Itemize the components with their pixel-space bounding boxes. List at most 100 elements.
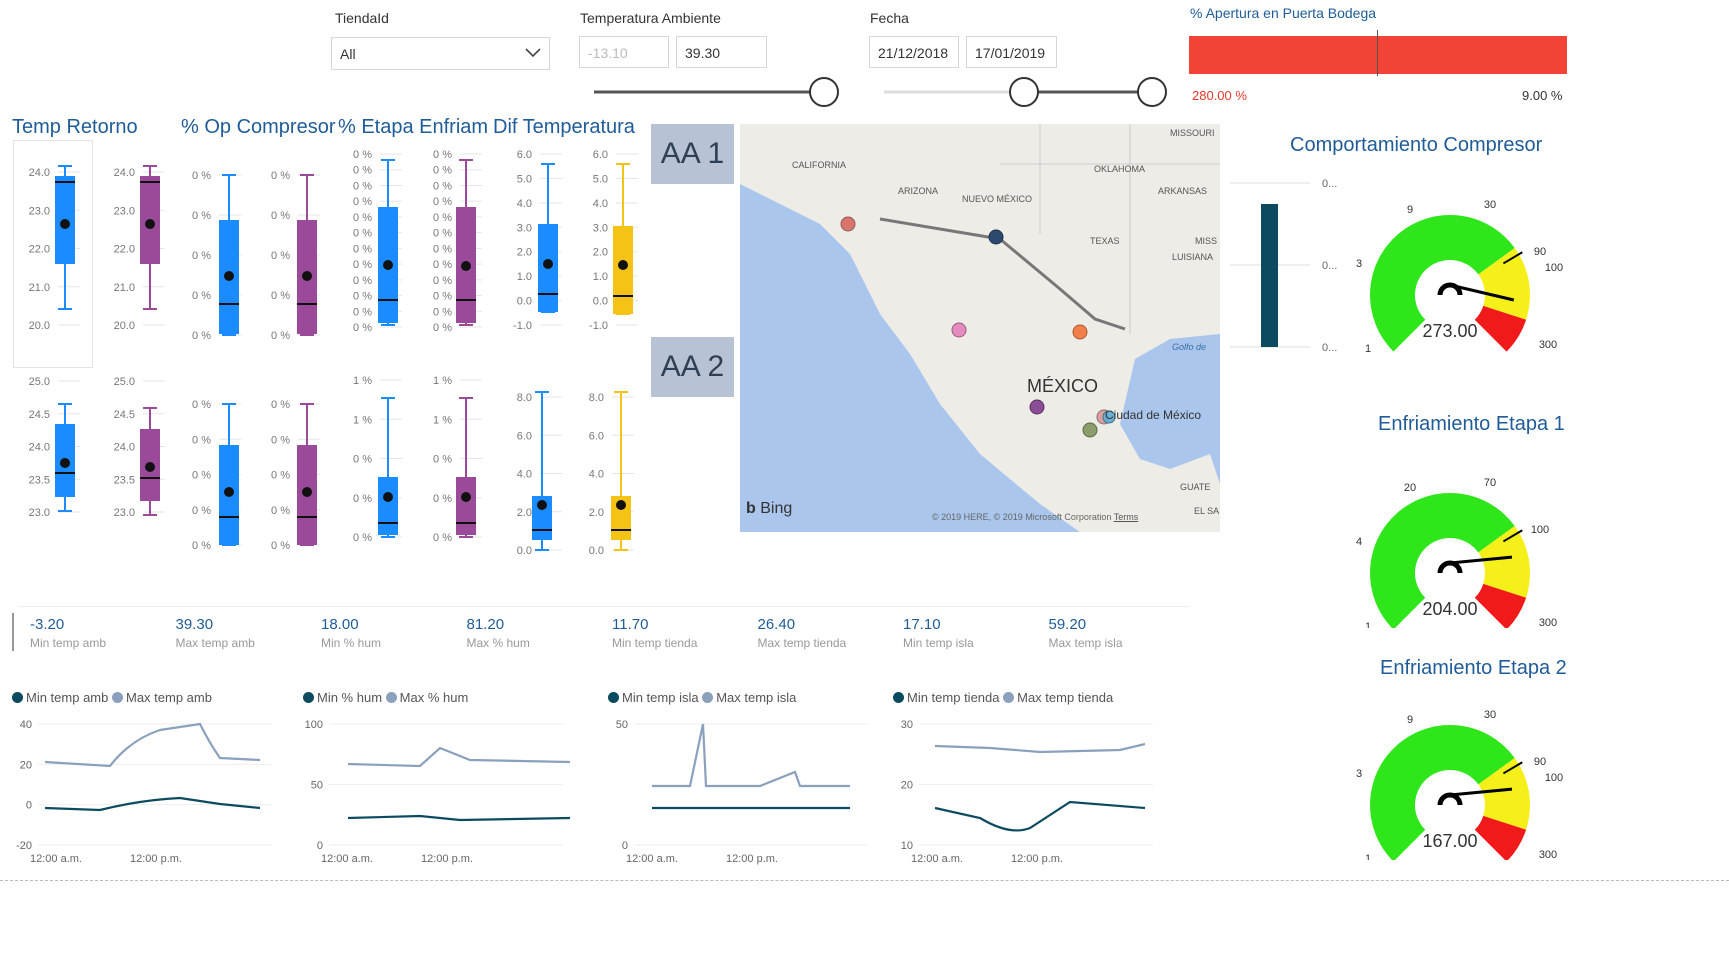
gauge-value: 167.00 xyxy=(1422,831,1477,851)
fecha-start-input[interactable]: 21/12/2018 xyxy=(869,36,959,68)
line-axis-tick: 50 xyxy=(616,719,628,731)
line-series[interactable] xyxy=(934,742,1146,754)
gauge-tick: 9 xyxy=(1407,714,1413,726)
compresor-axis-tick: 0... xyxy=(1322,342,1337,354)
axis-tick-label: 0 % xyxy=(353,291,372,303)
boxplot-box xyxy=(456,477,476,535)
gauge-value: 204.00 xyxy=(1422,599,1477,619)
boxplot[interactable] xyxy=(532,391,552,551)
map-point[interactable] xyxy=(951,322,967,338)
axis-tick-label: 0 % xyxy=(353,259,372,271)
axis-tick-label: 0 % xyxy=(433,243,452,255)
boxplot[interactable] xyxy=(378,159,398,326)
line-x-tick: 12:00 p.m. xyxy=(421,853,473,865)
axis-tick-label: 4.0 xyxy=(589,469,604,481)
axis-tick-label: 0 % xyxy=(433,228,452,240)
compresor-title: Comportamiento Compresor xyxy=(1290,134,1543,156)
map-point[interactable] xyxy=(1072,324,1088,340)
kpi-divider xyxy=(12,613,14,651)
axis-tick-label: 5.0 xyxy=(593,173,608,185)
gauge-tick: 1 xyxy=(1365,343,1371,355)
boxplot[interactable] xyxy=(538,163,558,313)
line-series[interactable] xyxy=(347,746,571,768)
gauge-tick: 90 xyxy=(1534,246,1546,258)
bing-icon: b xyxy=(746,500,756,517)
axis-tick-label: 0 % xyxy=(271,434,290,446)
temp-slider-handle[interactable] xyxy=(809,77,839,107)
compresor-bar[interactable] xyxy=(1261,204,1278,347)
boxplot[interactable] xyxy=(55,165,75,310)
axis-tick-label: 0 % xyxy=(353,228,372,240)
map-terms-link[interactable]: Terms xyxy=(1114,512,1139,522)
line-series[interactable] xyxy=(44,796,261,812)
axis-tick-label: 0 % xyxy=(353,165,372,177)
axis-tick-label: 23.5 xyxy=(29,474,50,486)
map-label-elsa: EL SA xyxy=(1194,506,1220,516)
boxplot-mean xyxy=(60,219,70,229)
puerta-bar xyxy=(1189,36,1567,74)
boxplot[interactable] xyxy=(456,159,476,326)
boxplot-mean xyxy=(618,260,628,270)
aa2-label: AA 2 xyxy=(651,337,734,397)
boxplot[interactable] xyxy=(613,163,633,315)
gauge-tick: 70 xyxy=(1484,477,1496,489)
axis-tick-label: 0 % xyxy=(271,399,290,411)
axis-tick-label: 0 % xyxy=(192,540,211,552)
fecha-slider-end-handle[interactable] xyxy=(1137,77,1167,107)
map-point[interactable] xyxy=(988,229,1004,245)
line-series[interactable] xyxy=(934,800,1146,832)
gauge-tick: 30 xyxy=(1484,709,1496,721)
axis-tick-label: 0.0 xyxy=(517,296,532,308)
temp-max-input[interactable]: 39.30 xyxy=(676,36,767,68)
gauge-tick: 9 xyxy=(1407,204,1413,216)
gauge-tick: 100 xyxy=(1531,524,1549,536)
boxplot[interactable] xyxy=(297,174,317,336)
boxplot-mean xyxy=(224,271,234,281)
axis-tick-label: 20.0 xyxy=(114,320,135,332)
map[interactable]: CALIFORNIA ARIZONA NUEVO MÉXICO OKLAHOMA… xyxy=(740,124,1220,532)
axis-tick-label: 0 % xyxy=(433,493,452,505)
map-point[interactable] xyxy=(840,216,856,232)
gauge-2: 204.00 1 4 20 70 100 300 xyxy=(1356,477,1557,628)
fecha-end-input[interactable]: 17/01/2019 xyxy=(966,36,1057,68)
axis-tick-label: 0 % xyxy=(433,322,452,334)
map-copyright: © 2019 HERE, © 2019 Microsoft Corporatio… xyxy=(932,512,1139,522)
axis-tick-label: -1.0 xyxy=(513,320,532,332)
kpi-label: Max % hum xyxy=(466,636,530,650)
gauge-tick: 300 xyxy=(1539,617,1557,628)
map-label-ok: OKLAHOMA xyxy=(1094,164,1146,174)
boxplot[interactable] xyxy=(55,403,75,512)
boxplot-mean xyxy=(145,219,155,229)
axis-tick-label: 0 % xyxy=(192,470,211,482)
axis-tick-label: 0 % xyxy=(433,259,452,271)
axis-tick-label: 6.0 xyxy=(517,149,532,161)
axis-tick-label: 22.0 xyxy=(114,244,135,256)
line-series[interactable] xyxy=(652,723,850,788)
boxplot[interactable] xyxy=(611,391,631,551)
boxplot[interactable] xyxy=(219,403,239,546)
gauge-tick: 100 xyxy=(1545,772,1563,784)
boxplot[interactable] xyxy=(140,165,160,310)
line-series[interactable] xyxy=(347,814,571,822)
axis-tick-label: 1 % xyxy=(353,375,372,387)
axis-tick-label: 0 % xyxy=(353,212,372,224)
axis-tick-label: 21.0 xyxy=(114,282,135,294)
map-point[interactable] xyxy=(1082,422,1098,438)
boxplot[interactable] xyxy=(219,174,239,336)
axis-tick-label: 2.0 xyxy=(593,247,608,259)
map-point[interactable] xyxy=(1029,399,1045,415)
axis-tick-label: 0 % xyxy=(353,180,372,192)
boxplot[interactable] xyxy=(297,403,317,546)
gauge-center xyxy=(1416,771,1484,839)
fecha-slider-start-handle[interactable] xyxy=(1009,77,1039,107)
axis-tick-label: 0 % xyxy=(192,170,211,182)
axis-tick-label: 0 % xyxy=(271,210,290,222)
axis-tick-label: 0 % xyxy=(433,165,452,177)
map-label-nm: NUEVO MÉXICO xyxy=(962,194,1033,204)
boxplot[interactable] xyxy=(140,407,160,516)
line-series[interactable] xyxy=(44,722,261,768)
fecha-slider[interactable] xyxy=(880,76,1170,110)
gauge-center xyxy=(1416,539,1484,607)
axis-tick-label: 23.0 xyxy=(114,205,135,217)
axis-tick-label: 2.0 xyxy=(589,507,604,519)
